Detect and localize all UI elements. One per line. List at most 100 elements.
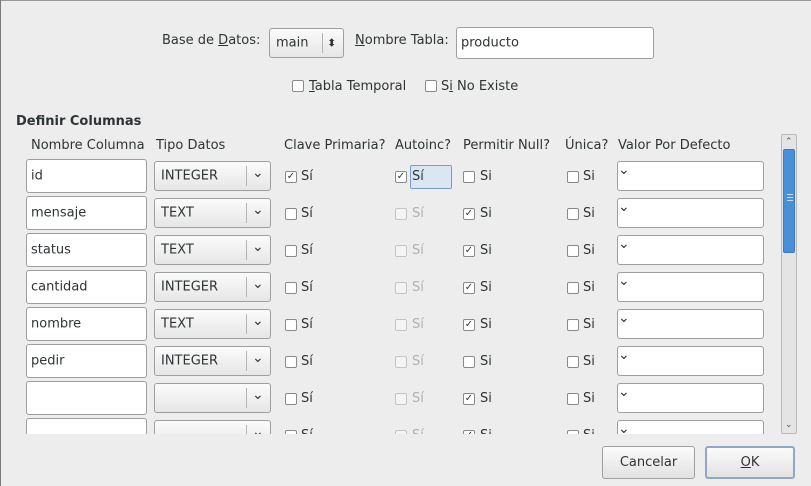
unique-checkbox[interactable]: [567, 282, 579, 294]
header-unique: Única?: [565, 138, 609, 153]
autoincrement-checkbox[interactable]: ✓: [395, 171, 407, 183]
default-value-combo[interactable]: ⌄: [617, 420, 764, 434]
allow-null-checkbox[interactable]: [463, 356, 475, 368]
data-type-select[interactable]: INTEGER ⌄: [154, 346, 271, 376]
table-name-input[interactable]: producto: [456, 27, 654, 59]
if-not-exists-text-b: No Existe: [452, 79, 519, 94]
default-value-combo[interactable]: ⌄: [617, 161, 764, 191]
unique-label: Si: [583, 354, 595, 369]
allow-null-checkbox[interactable]: [463, 171, 475, 183]
primary-key-checkbox[interactable]: [285, 208, 297, 220]
columns-scrollbar[interactable]: ⌃ ⌄: [781, 134, 797, 434]
chevron-down-icon: ⌄: [252, 164, 264, 181]
table-row: id INTEGER ⌄ ✓ Sí ✓ Sí Si Si ⌄: [0, 159, 780, 196]
allow-null-label: Si: [480, 391, 492, 406]
column-name-input[interactable]: status: [26, 233, 147, 267]
scrollbar-thumb[interactable]: [783, 149, 795, 253]
primary-key-label: Sí: [301, 354, 313, 369]
primary-key-checkbox[interactable]: ✓: [285, 171, 297, 183]
unique-checkbox[interactable]: [567, 393, 579, 405]
primary-key-label: Sí: [301, 206, 313, 221]
ok-button[interactable]: OK: [705, 446, 795, 479]
autoincrement-label: Sí: [412, 206, 424, 221]
table-name-value: producto: [461, 35, 519, 51]
unique-checkbox[interactable]: [567, 356, 579, 368]
column-name-input[interactable]: id: [26, 159, 147, 193]
default-value-combo[interactable]: ⌄: [617, 309, 764, 339]
data-type-separator: [246, 203, 247, 223]
unique-checkbox[interactable]: [567, 319, 579, 331]
table-name-label-text: ombre Tabla:: [364, 33, 449, 48]
scroll-up-icon[interactable]: ⌃: [785, 137, 793, 147]
data-type-value: TEXT: [161, 316, 194, 332]
column-name-input[interactable]: cantidad: [26, 270, 147, 304]
scroll-down-icon[interactable]: ⌄: [785, 420, 793, 430]
unique-checkbox[interactable]: [567, 208, 579, 220]
allow-null-checkbox[interactable]: ✓: [463, 393, 475, 405]
data-type-select[interactable]: TEXT ⌄: [154, 309, 271, 339]
header-allow-null: Permitir Null?: [463, 138, 551, 153]
chevron-down-icon: ⌄: [618, 273, 630, 289]
default-value-combo[interactable]: ⌄: [617, 272, 764, 302]
column-name-input[interactable]: [26, 381, 147, 415]
data-type-select[interactable]: TEXT ⌄: [154, 198, 271, 228]
column-name-input[interactable]: [26, 418, 147, 434]
unique-checkbox[interactable]: [567, 430, 579, 434]
data-type-separator: [246, 166, 247, 186]
if-not-exists-label[interactable]: Si No Existe: [441, 79, 518, 94]
header-data-type: Tipo Datos: [156, 138, 226, 153]
primary-key-label: Sí: [301, 280, 313, 295]
default-value-combo[interactable]: ⌄: [617, 198, 764, 228]
up-down-icon: ⬍: [327, 36, 337, 50]
data-type-separator: [246, 314, 247, 334]
data-type-select[interactable]: ⌄: [154, 420, 271, 434]
table-row: ⌄ Sí Sí ✓ Si Si ⌄: [0, 381, 780, 418]
data-type-value: INTEGER: [161, 279, 219, 295]
allow-null-checkbox[interactable]: ✓: [463, 282, 475, 294]
default-value-combo[interactable]: ⌄: [617, 235, 764, 265]
chevron-down-icon: ⌄: [618, 199, 630, 215]
allow-null-checkbox[interactable]: ✓: [463, 319, 475, 331]
database-select[interactable]: main ⬍: [269, 28, 344, 58]
data-type-select[interactable]: INTEGER ⌄: [154, 272, 271, 302]
primary-key-checkbox[interactable]: [285, 319, 297, 331]
if-not-exists-checkbox[interactable]: [425, 80, 437, 92]
allow-null-label: Si: [480, 243, 492, 258]
primary-key-checkbox[interactable]: [285, 430, 297, 434]
header-default-value: Valor Por Defecto: [618, 138, 731, 153]
table-name-label: Nombre Tabla:: [355, 33, 449, 48]
column-name-value: cantidad: [31, 279, 88, 295]
data-type-select[interactable]: TEXT ⌄: [154, 235, 271, 265]
allow-null-checkbox[interactable]: ✓: [463, 208, 475, 220]
autoincrement-checkbox: [395, 430, 407, 434]
primary-key-label: Sí: [301, 243, 313, 258]
header-primary-key: Clave Primaria?: [284, 138, 386, 153]
autoincrement-checkbox: [395, 282, 407, 294]
data-type-select[interactable]: INTEGER ⌄: [154, 161, 271, 191]
primary-key-checkbox[interactable]: [285, 282, 297, 294]
default-value-combo[interactable]: ⌄: [617, 346, 764, 376]
table-row: status TEXT ⌄ Sí Sí ✓ Si Si ⌄: [0, 233, 780, 270]
temporary-table-text: abla Temporal: [314, 79, 407, 94]
chevron-down-icon: ⌄: [252, 386, 264, 403]
allow-null-label: Si: [480, 317, 492, 332]
allow-null-checkbox[interactable]: ✓: [463, 430, 475, 434]
column-name-input[interactable]: mensaje: [26, 196, 147, 230]
temporary-table-label[interactable]: Tabla Temporal: [309, 79, 406, 94]
default-value-combo[interactable]: ⌄: [617, 383, 764, 413]
data-type-select[interactable]: ⌄: [154, 383, 271, 413]
unique-checkbox[interactable]: [567, 171, 579, 183]
cancel-button[interactable]: Cancelar: [602, 446, 695, 479]
column-name-input[interactable]: nombre: [26, 307, 147, 341]
autoincrement-label: Sí: [412, 169, 424, 184]
allow-null-checkbox[interactable]: ✓: [463, 245, 475, 257]
primary-key-label: Sí: [301, 169, 313, 184]
autoincrement-checkbox: [395, 245, 407, 257]
autoincrement-checkbox: [395, 356, 407, 368]
column-name-input[interactable]: pedir: [26, 344, 147, 378]
temporary-table-checkbox[interactable]: [292, 80, 304, 92]
primary-key-checkbox[interactable]: [285, 245, 297, 257]
primary-key-checkbox[interactable]: [285, 393, 297, 405]
primary-key-checkbox[interactable]: [285, 356, 297, 368]
unique-checkbox[interactable]: [567, 245, 579, 257]
